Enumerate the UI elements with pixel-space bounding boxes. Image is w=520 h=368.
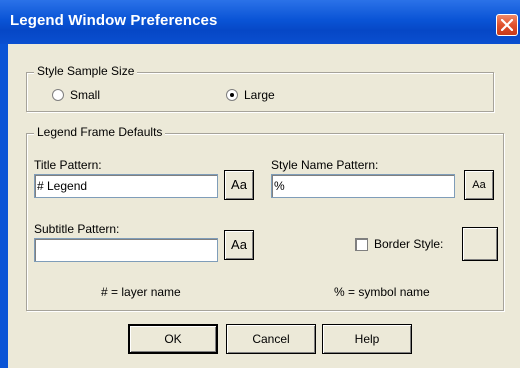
title-bar: Legend Window Preferences	[0, 0, 520, 44]
title-pattern-input[interactable]: # Legend	[34, 174, 218, 198]
radio-small[interactable]	[52, 89, 64, 101]
style-name-pattern-label: Style Name Pattern:	[271, 158, 379, 172]
radio-small-label: Small	[70, 88, 101, 102]
window-border	[0, 44, 8, 368]
help-button[interactable]: Help	[322, 324, 412, 354]
border-style-checkbox[interactable]	[355, 238, 368, 251]
title-pattern-label: Title Pattern:	[34, 158, 102, 172]
symbol-name-hint: % = symbol name	[334, 285, 430, 299]
title-font-button[interactable]: Aa	[224, 170, 254, 200]
close-icon	[501, 19, 513, 31]
border-style-button[interactable]	[462, 227, 498, 261]
cancel-button[interactable]: Cancel	[226, 324, 316, 354]
layer-name-hint: # = layer name	[101, 285, 181, 299]
subtitle-pattern-input[interactable]	[34, 238, 218, 262]
radio-large-label: Large	[244, 88, 275, 102]
subtitle-font-button[interactable]: Aa	[224, 230, 254, 260]
ok-button[interactable]: OK	[128, 324, 218, 354]
close-button[interactable]	[496, 14, 518, 36]
legend-frame-defaults-label: Legend Frame Defaults	[34, 125, 166, 139]
subtitle-pattern-label: Subtitle Pattern:	[34, 222, 120, 236]
style-sample-size-label: Style Sample Size	[34, 64, 138, 78]
window-title: Legend Window Preferences	[10, 12, 218, 29]
style-name-font-button[interactable]: Aa	[464, 170, 494, 200]
style-name-pattern-input[interactable]: %	[271, 174, 455, 198]
border-style-label: Border Style:	[374, 237, 444, 251]
radio-large[interactable]	[226, 89, 238, 101]
